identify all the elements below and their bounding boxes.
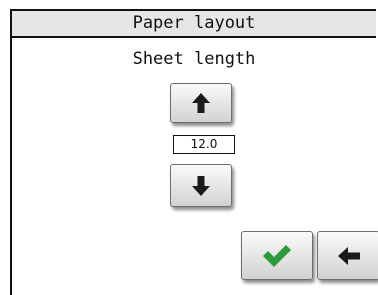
arrow-down-icon	[191, 175, 211, 197]
title-bar: Paper layout	[12, 11, 376, 38]
back-button[interactable]	[317, 231, 378, 280]
decrease-button[interactable]	[170, 164, 232, 207]
window-title: Paper layout	[132, 13, 256, 33]
window-frame: Paper layout Sheet length 12.0	[10, 9, 378, 295]
sheet-length-value[interactable]: 12.0	[173, 135, 235, 154]
arrow-left-icon	[337, 246, 361, 266]
setting-heading: Sheet length	[132, 49, 256, 69]
arrow-up-icon	[191, 92, 211, 114]
increase-button[interactable]	[170, 83, 232, 123]
confirm-button[interactable]	[241, 231, 313, 280]
checkmark-icon	[261, 244, 293, 268]
